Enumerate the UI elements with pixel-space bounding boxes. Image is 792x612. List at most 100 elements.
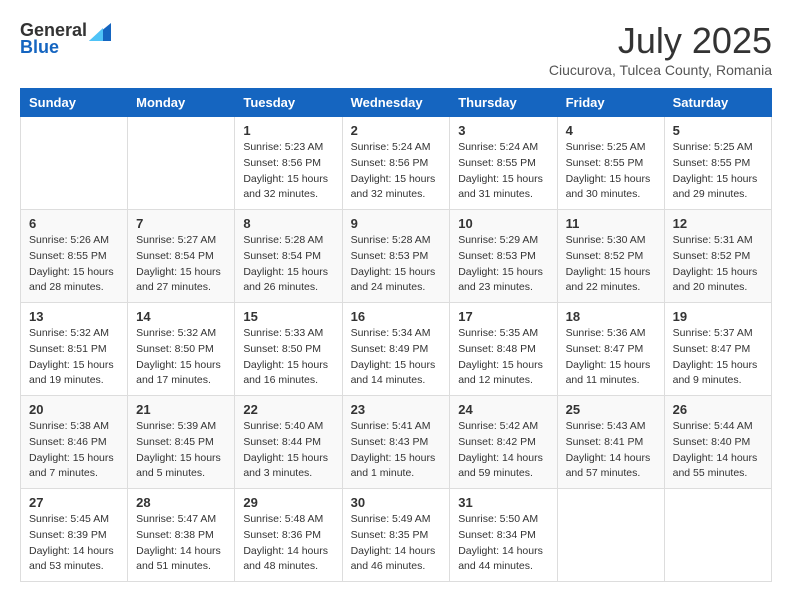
calendar-week-row: 27 Sunrise: 5:45 AM Sunset: 8:39 PM Dayli… bbox=[21, 489, 772, 582]
day-number: 2 bbox=[351, 123, 442, 138]
day-number: 18 bbox=[566, 309, 656, 324]
day-number: 19 bbox=[673, 309, 763, 324]
calendar-week-row: 6 Sunrise: 5:26 AM Sunset: 8:55 PM Daylig… bbox=[21, 210, 772, 303]
day-number: 1 bbox=[243, 123, 333, 138]
day-details: Sunrise: 5:44 AM Sunset: 8:40 PM Dayligh… bbox=[673, 419, 763, 482]
day-details: Sunrise: 5:32 AM Sunset: 8:51 PM Dayligh… bbox=[29, 326, 119, 389]
calendar-header-row: SundayMondayTuesdayWednesdayThursdayFrid… bbox=[21, 89, 772, 117]
month-title: July 2025 bbox=[549, 20, 772, 62]
calendar-cell: 27 Sunrise: 5:45 AM Sunset: 8:39 PM Dayli… bbox=[21, 489, 128, 582]
day-number: 6 bbox=[29, 216, 119, 231]
day-details: Sunrise: 5:38 AM Sunset: 8:46 PM Dayligh… bbox=[29, 419, 119, 482]
day-number: 26 bbox=[673, 402, 763, 417]
day-number: 16 bbox=[351, 309, 442, 324]
day-details: Sunrise: 5:48 AM Sunset: 8:36 PM Dayligh… bbox=[243, 512, 333, 575]
calendar-cell: 11Sunrise: 5:30 AM Sunset: 8:52 PM Dayli… bbox=[557, 210, 664, 303]
title-block: July 2025 Ciucurova, Tulcea County, Roma… bbox=[549, 20, 772, 78]
day-details: Sunrise: 5:31 AM Sunset: 8:52 PM Dayligh… bbox=[673, 233, 763, 296]
day-details: Sunrise: 5:43 AM Sunset: 8:41 PM Dayligh… bbox=[566, 419, 656, 482]
day-number: 3 bbox=[458, 123, 548, 138]
calendar-cell: 17Sunrise: 5:35 AM Sunset: 8:48 PM Dayli… bbox=[450, 303, 557, 396]
calendar-cell: 20 Sunrise: 5:38 AM Sunset: 8:46 PM Dayli… bbox=[21, 396, 128, 489]
calendar-week-row: 1Sunrise: 5:23 AM Sunset: 8:56 PM Daylig… bbox=[21, 117, 772, 210]
calendar-header-thursday: Thursday bbox=[450, 89, 557, 117]
day-details: Sunrise: 5:34 AM Sunset: 8:49 PM Dayligh… bbox=[351, 326, 442, 389]
day-number: 9 bbox=[351, 216, 442, 231]
day-details: Sunrise: 5:35 AM Sunset: 8:48 PM Dayligh… bbox=[458, 326, 548, 389]
day-details: Sunrise: 5:24 AM Sunset: 8:56 PM Dayligh… bbox=[351, 140, 442, 203]
calendar-cell: 26 Sunrise: 5:44 AM Sunset: 8:40 PM Dayli… bbox=[664, 396, 771, 489]
day-details: Sunrise: 5:42 AM Sunset: 8:42 PM Dayligh… bbox=[458, 419, 548, 482]
calendar-cell: 28Sunrise: 5:47 AM Sunset: 8:38 PM Dayli… bbox=[128, 489, 235, 582]
day-details: Sunrise: 5:39 AM Sunset: 8:45 PM Dayligh… bbox=[136, 419, 226, 482]
calendar-cell: 2 Sunrise: 5:24 AM Sunset: 8:56 PM Daylig… bbox=[342, 117, 450, 210]
calendar-cell: 22 Sunrise: 5:40 AM Sunset: 8:44 PM Dayli… bbox=[235, 396, 342, 489]
day-details: Sunrise: 5:28 AM Sunset: 8:53 PM Dayligh… bbox=[351, 233, 442, 296]
calendar-header-tuesday: Tuesday bbox=[235, 89, 342, 117]
calendar-body: 1Sunrise: 5:23 AM Sunset: 8:56 PM Daylig… bbox=[21, 117, 772, 582]
calendar-cell bbox=[21, 117, 128, 210]
calendar-cell: 12 Sunrise: 5:31 AM Sunset: 8:52 PM Dayli… bbox=[664, 210, 771, 303]
day-details: Sunrise: 5:33 AM Sunset: 8:50 PM Dayligh… bbox=[243, 326, 333, 389]
day-details: Sunrise: 5:50 AM Sunset: 8:34 PM Dayligh… bbox=[458, 512, 548, 575]
calendar-cell: 30Sunrise: 5:49 AM Sunset: 8:35 PM Dayli… bbox=[342, 489, 450, 582]
logo-blue-text: Blue bbox=[20, 37, 59, 58]
day-number: 21 bbox=[136, 402, 226, 417]
day-number: 24 bbox=[458, 402, 548, 417]
day-details: Sunrise: 5:28 AM Sunset: 8:54 PM Dayligh… bbox=[243, 233, 333, 296]
day-details: Sunrise: 5:24 AM Sunset: 8:55 PM Dayligh… bbox=[458, 140, 548, 203]
day-details: Sunrise: 5:32 AM Sunset: 8:50 PM Dayligh… bbox=[136, 326, 226, 389]
calendar-cell: 13 Sunrise: 5:32 AM Sunset: 8:51 PM Dayli… bbox=[21, 303, 128, 396]
calendar-cell: 31 Sunrise: 5:50 AM Sunset: 8:34 PM Dayli… bbox=[450, 489, 557, 582]
day-number: 14 bbox=[136, 309, 226, 324]
day-details: Sunrise: 5:40 AM Sunset: 8:44 PM Dayligh… bbox=[243, 419, 333, 482]
calendar-cell: 23Sunrise: 5:41 AM Sunset: 8:43 PM Dayli… bbox=[342, 396, 450, 489]
calendar-cell bbox=[664, 489, 771, 582]
page-header: General Blue July 2025 Ciucurova, Tulcea… bbox=[20, 20, 772, 78]
day-details: Sunrise: 5:26 AM Sunset: 8:55 PM Dayligh… bbox=[29, 233, 119, 296]
day-number: 30 bbox=[351, 495, 442, 510]
day-number: 22 bbox=[243, 402, 333, 417]
day-details: Sunrise: 5:27 AM Sunset: 8:54 PM Dayligh… bbox=[136, 233, 226, 296]
day-number: 10 bbox=[458, 216, 548, 231]
calendar-cell: 9 Sunrise: 5:28 AM Sunset: 8:53 PM Daylig… bbox=[342, 210, 450, 303]
calendar-header-sunday: Sunday bbox=[21, 89, 128, 117]
day-number: 15 bbox=[243, 309, 333, 324]
day-details: Sunrise: 5:36 AM Sunset: 8:47 PM Dayligh… bbox=[566, 326, 656, 389]
calendar-cell bbox=[128, 117, 235, 210]
calendar-cell: 16 Sunrise: 5:34 AM Sunset: 8:49 PM Dayli… bbox=[342, 303, 450, 396]
calendar-header-saturday: Saturday bbox=[664, 89, 771, 117]
calendar-cell: 29 Sunrise: 5:48 AM Sunset: 8:36 PM Dayli… bbox=[235, 489, 342, 582]
day-number: 8 bbox=[243, 216, 333, 231]
calendar-cell: 19 Sunrise: 5:37 AM Sunset: 8:47 PM Dayli… bbox=[664, 303, 771, 396]
calendar-cell: 8 Sunrise: 5:28 AM Sunset: 8:54 PM Daylig… bbox=[235, 210, 342, 303]
day-number: 13 bbox=[29, 309, 119, 324]
calendar-cell: 6 Sunrise: 5:26 AM Sunset: 8:55 PM Daylig… bbox=[21, 210, 128, 303]
calendar-table: SundayMondayTuesdayWednesdayThursdayFrid… bbox=[20, 88, 772, 582]
logo-icon bbox=[89, 23, 111, 41]
calendar-header-monday: Monday bbox=[128, 89, 235, 117]
day-number: 31 bbox=[458, 495, 548, 510]
day-details: Sunrise: 5:25 AM Sunset: 8:55 PM Dayligh… bbox=[566, 140, 656, 203]
calendar-cell: 15 Sunrise: 5:33 AM Sunset: 8:50 PM Dayli… bbox=[235, 303, 342, 396]
day-number: 20 bbox=[29, 402, 119, 417]
day-details: Sunrise: 5:37 AM Sunset: 8:47 PM Dayligh… bbox=[673, 326, 763, 389]
calendar-header-friday: Friday bbox=[557, 89, 664, 117]
calendar-cell: 18 Sunrise: 5:36 AM Sunset: 8:47 PM Dayli… bbox=[557, 303, 664, 396]
calendar-cell: 10 Sunrise: 5:29 AM Sunset: 8:53 PM Dayli… bbox=[450, 210, 557, 303]
day-number: 5 bbox=[673, 123, 763, 138]
calendar-cell: 14 Sunrise: 5:32 AM Sunset: 8:50 PM Dayli… bbox=[128, 303, 235, 396]
calendar-cell: 21 Sunrise: 5:39 AM Sunset: 8:45 PM Dayli… bbox=[128, 396, 235, 489]
day-number: 29 bbox=[243, 495, 333, 510]
calendar-cell: 24 Sunrise: 5:42 AM Sunset: 8:42 PM Dayli… bbox=[450, 396, 557, 489]
day-number: 4 bbox=[566, 123, 656, 138]
calendar-cell: 25 Sunrise: 5:43 AM Sunset: 8:41 PM Dayli… bbox=[557, 396, 664, 489]
calendar-header-wednesday: Wednesday bbox=[342, 89, 450, 117]
day-number: 12 bbox=[673, 216, 763, 231]
day-details: Sunrise: 5:25 AM Sunset: 8:55 PM Dayligh… bbox=[673, 140, 763, 203]
day-number: 27 bbox=[29, 495, 119, 510]
day-details: Sunrise: 5:29 AM Sunset: 8:53 PM Dayligh… bbox=[458, 233, 548, 296]
day-number: 25 bbox=[566, 402, 656, 417]
day-details: Sunrise: 5:45 AM Sunset: 8:39 PM Dayligh… bbox=[29, 512, 119, 575]
day-number: 7 bbox=[136, 216, 226, 231]
